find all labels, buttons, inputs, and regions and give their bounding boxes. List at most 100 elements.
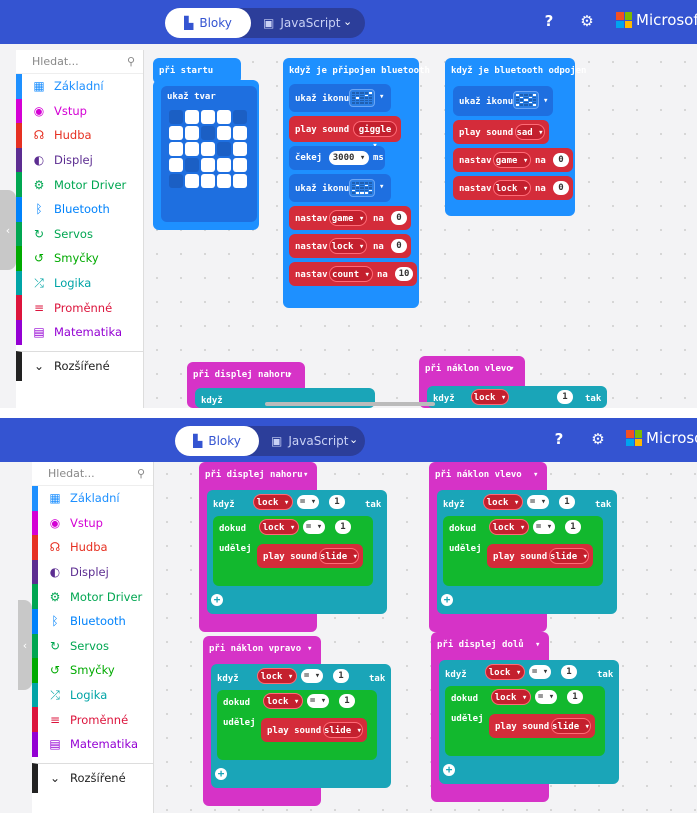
category-6[interactable]: ↻ Servos (16, 221, 143, 247)
icon-picker[interactable] (349, 179, 375, 197)
led-cell[interactable] (185, 158, 199, 172)
value-input[interactable]: 0 (391, 239, 407, 253)
blocks-workspace[interactable]: při startu ukaž tvar když je připojen bl… (145, 50, 697, 408)
chevron-down-icon[interactable]: ⌄ (349, 433, 358, 446)
category-7[interactable]: ↺ Smyčky (16, 246, 143, 271)
play-sound-block[interactable]: play sound giggle ▾ (289, 116, 401, 151)
chevron-down-icon[interactable]: ▾ (379, 182, 384, 192)
blocks-workspace[interactable]: při displej nahoru ▾ když lock ▾ = ▾ 1 t… (155, 462, 697, 813)
sound-dropdown[interactable]: sad ▾ (515, 124, 545, 140)
variable-dropdown[interactable]: lock ▾ (485, 664, 525, 680)
set-variable-block[interactable]: nastav lock ▾ na 0 (453, 176, 573, 200)
javascript-mode-button[interactable]: ▣ JavaScript (263, 8, 341, 38)
led-cell[interactable] (233, 174, 247, 188)
category-10[interactable]: ▤ Matematika (32, 731, 153, 757)
value-input[interactable]: 1 (335, 520, 351, 534)
help-icon[interactable]: ? (550, 430, 568, 448)
play-sound-block[interactable]: play sound slide ▾ (489, 714, 595, 738)
category-1[interactable]: ◉ Vstup (32, 510, 153, 536)
search-input[interactable]: Hledat... ⚲ (32, 462, 153, 486)
variable-dropdown[interactable]: lock ▾ (493, 180, 531, 196)
chevron-down-icon[interactable]: ▾ (543, 96, 548, 106)
variable-dropdown[interactable]: lock ▾ (489, 519, 529, 535)
collapse-toolbox-tab[interactable]: ‹ (18, 600, 32, 690)
value-input[interactable]: 0 (391, 211, 407, 225)
collapse-toolbox-tab[interactable]: ‹ (0, 190, 16, 270)
variable-dropdown[interactable]: game ▾ (493, 152, 531, 168)
value-input[interactable]: 1 (339, 694, 355, 708)
chevron-down-icon[interactable]: ▾ (509, 364, 514, 374)
category-8[interactable]: ⤮ Logika (32, 682, 153, 708)
icon-picker[interactable] (349, 89, 375, 107)
led-cell[interactable] (169, 110, 183, 124)
blocks-mode-button[interactable]: ▙ Bloky (175, 426, 259, 456)
led-matrix[interactable] (169, 110, 247, 188)
category-10[interactable]: ▤ Matematika (16, 319, 143, 345)
play-sound-block[interactable]: play sound slide ▾ (261, 718, 367, 742)
category-2[interactable]: ☊ Hudba (16, 123, 143, 148)
led-cell[interactable] (201, 158, 215, 172)
led-cell[interactable] (233, 142, 247, 156)
variable-dropdown[interactable]: lock ▾ (257, 668, 297, 684)
value-input[interactable]: 1 (565, 520, 581, 534)
led-cell[interactable] (185, 126, 199, 140)
chevron-down-icon[interactable]: ▾ (303, 470, 308, 480)
play-sound-block[interactable]: play sound slide ▾ (257, 544, 363, 568)
category-6[interactable]: ↻ Servos (32, 633, 153, 659)
microsoft-logo[interactable]: Microsoft (616, 11, 697, 29)
category-7[interactable]: ↺ Smyčky (32, 658, 153, 683)
led-cell[interactable] (217, 158, 231, 172)
variable-dropdown[interactable]: lock ▾ (491, 689, 531, 705)
variable-dropdown[interactable]: game ▾ (329, 210, 367, 226)
horizontal-scrollbar[interactable] (265, 402, 435, 406)
led-cell[interactable] (169, 174, 183, 188)
value-input[interactable]: 0 (553, 153, 569, 167)
if-block[interactable]: když lock ▾ 1 tak (427, 386, 607, 408)
icon-picker[interactable] (513, 91, 539, 109)
play-sound-block[interactable]: play sound slide ▾ (487, 544, 593, 568)
javascript-mode-button[interactable]: ▣ JavaScript (271, 426, 349, 456)
operator-dropdown[interactable]: = ▾ (301, 669, 323, 683)
led-cell[interactable] (217, 174, 231, 188)
variable-dropdown[interactable]: lock ▾ (483, 494, 523, 510)
category-5[interactable]: ᛒ Bluetooth (32, 608, 153, 634)
led-cell[interactable] (185, 142, 199, 156)
add-branch-icon[interactable]: + (211, 594, 223, 606)
led-cell[interactable] (201, 110, 215, 124)
category-advanced[interactable]: ⌄ Rozšířené (16, 350, 143, 381)
category-0[interactable]: ▦ Základní (16, 74, 143, 99)
variable-dropdown[interactable]: lock ▾ (329, 238, 367, 254)
operator-dropdown[interactable]: = ▾ (307, 694, 329, 708)
operator-dropdown[interactable]: = ▾ (303, 520, 325, 534)
sound-dropdown[interactable]: slide ▾ (323, 722, 363, 738)
led-cell[interactable] (185, 174, 199, 188)
led-cell[interactable] (201, 174, 215, 188)
variable-dropdown[interactable]: lock ▾ (259, 519, 299, 535)
led-cell[interactable] (169, 126, 183, 140)
category-4[interactable]: ⚙ Motor Driver (16, 172, 143, 197)
value-input[interactable]: 10 (395, 267, 413, 281)
variable-dropdown[interactable]: lock ▾ (263, 693, 303, 709)
pause-block[interactable]: čekej 3000 ▾ ms (289, 146, 385, 170)
play-sound-block[interactable]: play sound sad ▾ (453, 120, 549, 144)
category-9[interactable]: ≡ Proměnné (32, 707, 153, 732)
led-cell[interactable] (217, 110, 231, 124)
operator-dropdown[interactable]: = ▾ (533, 520, 555, 534)
value-input[interactable]: 1 (557, 390, 573, 404)
help-icon[interactable]: ? (540, 12, 558, 30)
sound-dropdown[interactable]: slide ▾ (551, 718, 591, 734)
gear-icon[interactable]: ⚙ (578, 12, 596, 30)
variable-dropdown[interactable]: lock ▾ (253, 494, 293, 510)
variable-dropdown[interactable]: count ▾ (329, 266, 373, 282)
category-3[interactable]: ◐ Displej (32, 559, 153, 585)
add-branch-icon[interactable]: + (215, 768, 227, 780)
value-input[interactable]: 1 (567, 690, 583, 704)
value-input[interactable]: 1 (561, 665, 577, 679)
chevron-down-icon[interactable]: ▾ (535, 640, 540, 650)
value-input[interactable]: 1 (333, 669, 349, 683)
variable-dropdown[interactable]: lock ▾ (471, 389, 509, 405)
led-cell[interactable] (201, 142, 215, 156)
led-cell[interactable] (233, 158, 247, 172)
led-cell[interactable] (169, 158, 183, 172)
chevron-down-icon[interactable]: ▾ (287, 370, 292, 380)
